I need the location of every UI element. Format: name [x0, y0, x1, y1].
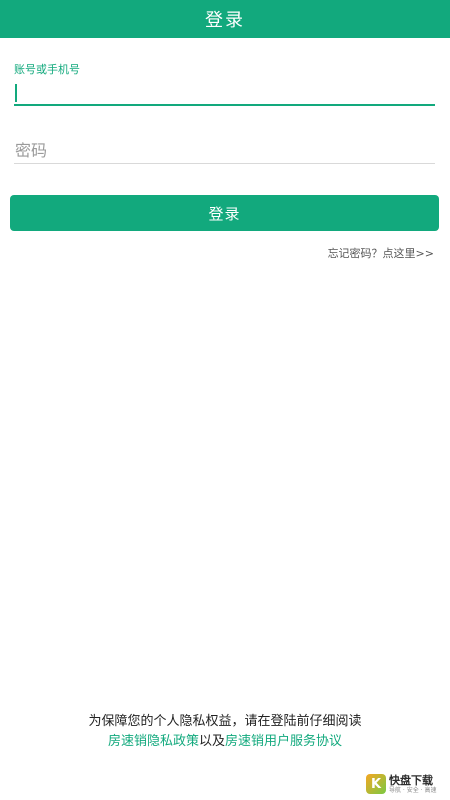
privacy-notice: 为保障您的个人隐私权益，请在登陆前仔细阅读 房速销隐私政策以及房速销用户服务协议: [0, 712, 450, 752]
privacy-notice-text: 为保障您的个人隐私权益，请在登陆前仔细阅读: [88, 714, 362, 729]
watermark-title: 快盘下载: [389, 773, 433, 787]
account-input-container: [14, 80, 435, 106]
watermark-subtitle: 导航 · 安全 · 高速: [389, 786, 437, 794]
login-button[interactable]: 登录: [10, 195, 439, 231]
service-agreement-link[interactable]: 房速销用户服务协议: [225, 734, 342, 749]
password-input[interactable]: [14, 138, 435, 162]
privacy-connector-text: 以及: [198, 734, 225, 749]
forgot-password-link[interactable]: 忘记密码？点这里>>: [328, 245, 434, 261]
watermark-logo-icon: K: [366, 774, 386, 794]
watermark: K 快盘下载 导航 · 安全 · 高速: [366, 772, 444, 796]
privacy-links-line: 房速销隐私政策以及房速销用户服务协议: [0, 732, 450, 752]
account-input[interactable]: [14, 80, 435, 104]
password-field: [14, 138, 435, 164]
privacy-policy-link[interactable]: 房速销隐私政策: [108, 734, 199, 749]
account-field-label: 账号或手机号: [14, 63, 80, 76]
page-title: 登录: [205, 10, 245, 31]
title-bar: 登录: [0, 0, 450, 38]
account-field: 账号或手机号: [14, 62, 435, 106]
